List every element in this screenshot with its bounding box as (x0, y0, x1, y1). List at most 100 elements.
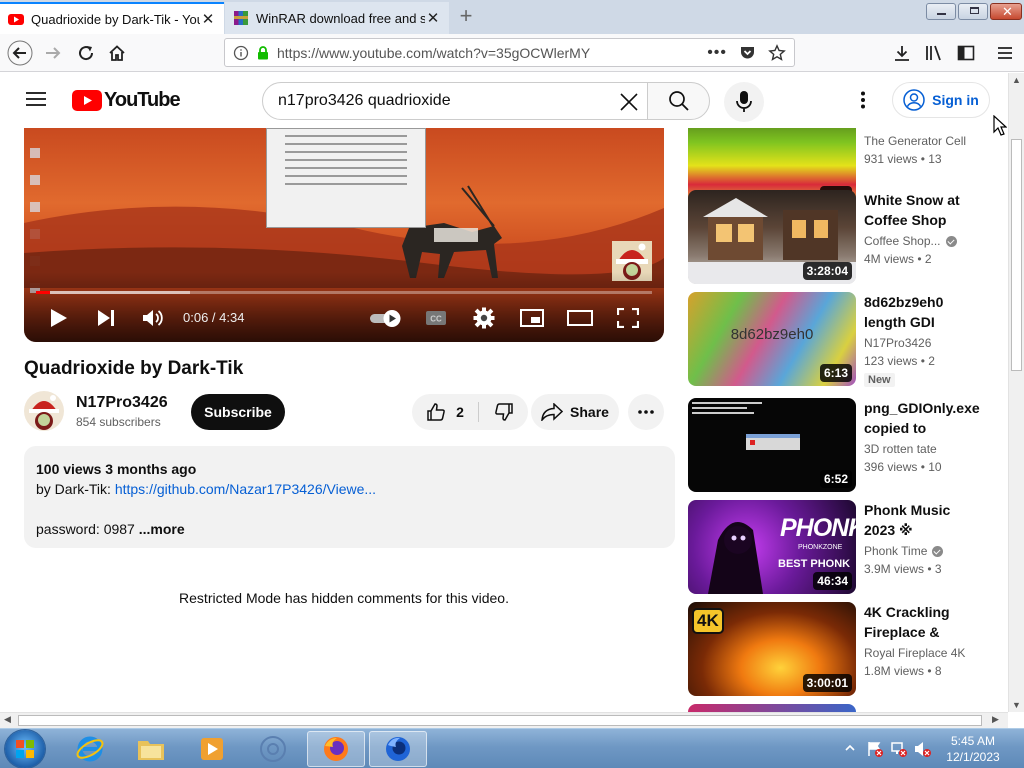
volume-muted-icon[interactable] (914, 740, 932, 758)
video-thumbnail[interactable] (688, 704, 856, 712)
library-button[interactable] (920, 39, 948, 67)
autoplay-toggle[interactable] (368, 304, 404, 332)
vertical-scroll-thumb[interactable] (1011, 139, 1022, 371)
miniplayer-button[interactable] (517, 304, 547, 332)
list-item[interactable] (688, 704, 1008, 712)
network-icon[interactable] (890, 740, 908, 758)
tab-youtube[interactable]: Quadrioxide by Dark-Tik - YouTube ✕ (0, 2, 224, 34)
taskbar-firefox[interactable] (307, 731, 365, 767)
play-button[interactable] (44, 304, 74, 332)
downloads-button[interactable] (888, 39, 916, 67)
mute-button[interactable] (138, 304, 168, 332)
sign-in-button[interactable]: Sign in (892, 82, 990, 118)
back-button[interactable] (6, 39, 34, 67)
seek-bar[interactable] (36, 291, 652, 294)
channel-name[interactable]: Royal Fireplace 4K (864, 646, 965, 660)
address-bar[interactable]: https://www.youtube.com/watch?v=35gOCWle… (224, 38, 795, 67)
video-player[interactable]: 0:06 / 4:34 CC (24, 128, 664, 342)
channel-name[interactable]: 3D rotten tate (864, 442, 937, 456)
video-title[interactable]: png_GDIOnly.exe copied to (864, 398, 996, 438)
dislike-button[interactable] (482, 394, 526, 430)
channel-name[interactable]: Phonk Time (864, 544, 927, 558)
account-icon (903, 89, 925, 111)
taskbar-chrome[interactable] (244, 731, 302, 767)
taskbar-file-explorer[interactable] (122, 731, 180, 767)
more-actions-button[interactable] (628, 394, 664, 430)
video-thumbnail[interactable]: 6:52 (688, 398, 856, 492)
next-button[interactable] (91, 304, 121, 332)
tab-close-icon[interactable]: ✕ (200, 10, 216, 28)
vertical-scrollbar[interactable]: ▲ ▼ (1008, 73, 1024, 712)
list-item[interactable]: 4K 3:00:01 4K Crackling Fireplace & Roya… (688, 602, 1008, 696)
subtitles-button[interactable]: CC (421, 304, 451, 332)
youtube-logo[interactable]: YouTube (72, 89, 181, 112)
time-display: 0:06 / 4:34 (183, 310, 245, 325)
like-button[interactable]: 2 (412, 394, 478, 430)
channel-name[interactable]: Coffee Shop... (864, 234, 941, 248)
channel-name[interactable]: The Generator Cell (864, 134, 966, 148)
reload-button[interactable] (72, 39, 100, 67)
description-box[interactable]: 100 views 3 months ago by Dark-Tik: http… (24, 446, 675, 548)
search-icon (668, 91, 689, 111)
page-actions-icon[interactable]: ••• (707, 44, 727, 62)
system-clock[interactable]: 5:45 AM 12/1/2023 (940, 733, 1006, 765)
fullscreen-button[interactable] (613, 304, 643, 332)
video-thumbnail[interactable]: 4K 3:00:01 (688, 602, 856, 696)
action-center-flag-icon[interactable] (866, 740, 884, 758)
list-item[interactable]: 8d62bz9eh0 6:13 8d62bz9eh0 length GDI N1… (688, 292, 1008, 387)
video-title[interactable]: White Snow at Coffee Shop (864, 190, 968, 230)
start-button[interactable] (5, 730, 45, 768)
more-options-icon[interactable] (860, 91, 866, 109)
show-more-button[interactable]: ...more (139, 521, 185, 537)
search-button[interactable] (647, 82, 710, 120)
search-input[interactable]: n17pro3426 quadrioxide (262, 82, 648, 120)
horizontal-scrollbar[interactable]: ◀ ▶ (0, 712, 1008, 728)
video-thumbnail[interactable]: 3:28:04 (688, 190, 856, 284)
theater-mode-button[interactable] (565, 304, 595, 332)
browser-tab-bar: Quadrioxide by Dark-Tik - YouTube ✕ WinR… (0, 0, 1024, 34)
home-button[interactable] (103, 39, 131, 67)
scroll-down-arrow-icon[interactable]: ▼ (1012, 700, 1021, 710)
list-item[interactable]: 3:28:04 White Snow at Coffee Shop Coffee… (688, 190, 1008, 284)
clear-search-icon[interactable] (619, 92, 639, 112)
window-close-button[interactable]: ✕ (990, 3, 1022, 20)
bookmark-star-icon[interactable] (768, 43, 786, 62)
url-text[interactable]: https://www.youtube.com/watch?v=35gOCWle… (277, 45, 707, 61)
video-title[interactable]: 4K Crackling Fireplace & (864, 602, 968, 642)
menu-button[interactable] (991, 39, 1019, 67)
scroll-up-arrow-icon[interactable]: ▲ (1012, 75, 1021, 85)
horizontal-scroll-thumb[interactable] (18, 715, 982, 726)
guide-menu-icon[interactable] (26, 91, 46, 107)
tab-winrar[interactable]: WinRAR download free and support ✕ (225, 2, 449, 34)
scroll-left-arrow-icon[interactable]: ◀ (4, 714, 11, 725)
tab-title: WinRAR download free and support (256, 10, 425, 26)
taskbar-media-player[interactable] (183, 731, 241, 767)
taskbar-firefox-2[interactable] (369, 731, 427, 767)
channel-avatar[interactable] (24, 391, 64, 431)
subscribe-button[interactable]: Subscribe (191, 394, 285, 430)
scroll-right-arrow-icon[interactable]: ▶ (992, 714, 999, 725)
video-thumbnail[interactable]: PHONK PHONKZONE BEST PHONK 46:34 (688, 500, 856, 594)
video-title[interactable]: Phonk Music 2023 ※ (864, 500, 968, 540)
video-thumbnail[interactable]: 8d62bz9eh0 6:13 (688, 292, 856, 386)
list-item[interactable]: PHONK PHONKZONE BEST PHONK 46:34 Phonk M… (688, 500, 1008, 594)
tab-close-icon[interactable]: ✕ (425, 9, 441, 27)
forward-button[interactable] (39, 39, 67, 67)
video-title[interactable]: 8d62bz9eh0 length GDI (864, 292, 968, 332)
channel-name[interactable]: N17Pro3426 (864, 336, 931, 350)
list-item[interactable]: 6:52 png_GDIOnly.exe copied to 3D rotten… (688, 398, 1008, 492)
window-minimize-button[interactable] (926, 3, 956, 20)
share-button[interactable]: Share (531, 394, 619, 430)
voice-search-button[interactable] (724, 82, 764, 122)
pocket-icon[interactable] (739, 44, 756, 61)
taskbar-internet-explorer[interactable] (61, 731, 119, 767)
settings-button[interactable] (469, 304, 499, 332)
tray-expand-icon[interactable] (845, 743, 855, 753)
channel-name[interactable]: N17Pro3426 (76, 394, 168, 412)
window-restore-button[interactable] (958, 3, 988, 20)
info-icon[interactable] (233, 45, 249, 61)
new-tab-button[interactable]: + (452, 4, 480, 30)
autoplay-icon (370, 310, 401, 327)
description-link[interactable]: https://github.com/Nazar17P3426/Viewe... (115, 481, 376, 497)
sidebar-button[interactable] (952, 39, 980, 67)
